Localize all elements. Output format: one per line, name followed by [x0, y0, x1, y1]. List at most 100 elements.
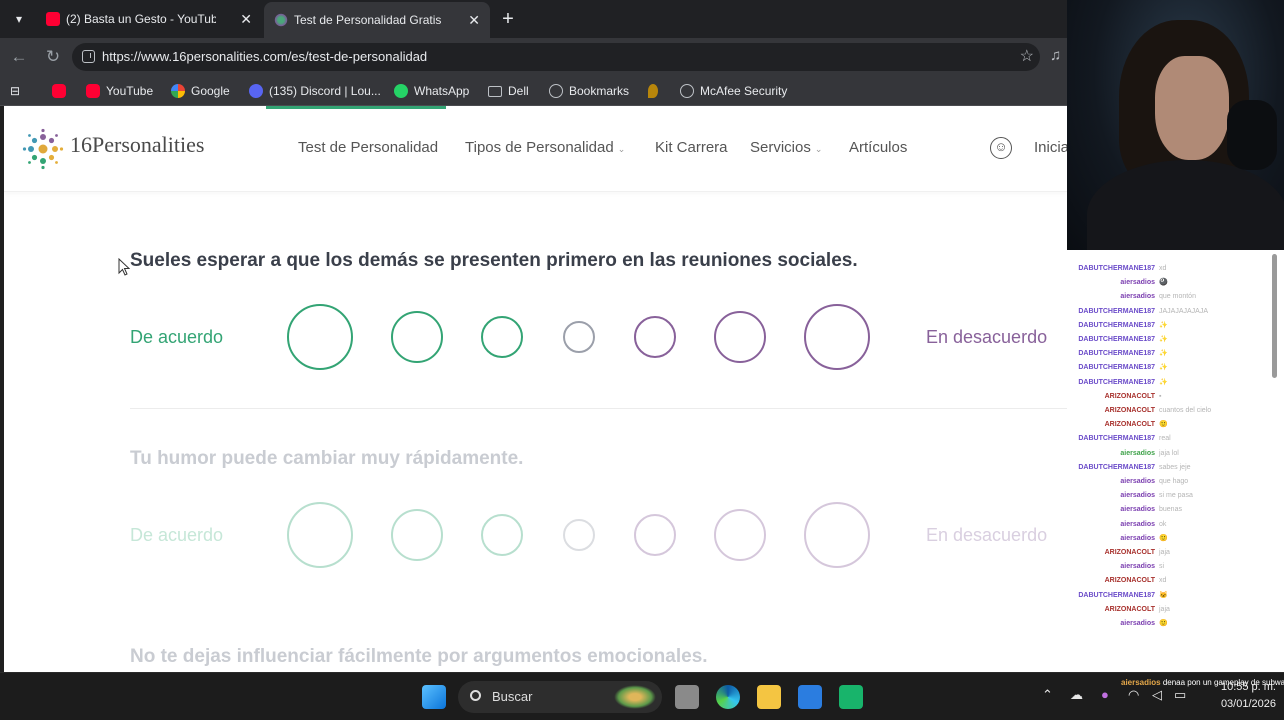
chat-username[interactable]: aiersadios: [1120, 279, 1155, 286]
question-1-option-agree[interactable]: [391, 311, 443, 363]
nav-personality-types[interactable]: Tipos de Personalidad ⌄: [465, 139, 625, 156]
question-1-option-strongly-disagree[interactable]: [804, 304, 870, 370]
site-info-icon[interactable]: [82, 50, 95, 63]
chat-username[interactable]: DABUTCHERMANE187: [1078, 308, 1155, 315]
chat-message: ARIZONACOLT xd: [1105, 576, 1167, 585]
question-1-option-slightly-agree[interactable]: [481, 316, 523, 358]
chat-username[interactable]: ARIZONACOLT: [1105, 421, 1155, 428]
chat-username[interactable]: aiersadios: [1120, 506, 1155, 513]
nav-label: Artículos: [849, 139, 908, 156]
microsoft-store-icon[interactable]: [798, 685, 822, 709]
question-2-option-disagree[interactable]: [714, 509, 766, 561]
chat-username[interactable]: ARIZONACOLT: [1105, 606, 1155, 613]
chat-scrollbar[interactable]: [1272, 254, 1277, 378]
chat-username[interactable]: ARIZONACOLT: [1105, 407, 1155, 414]
bookmark-mcafee[interactable]: McAfee Security: [680, 81, 787, 101]
chat-message-text: ✨: [1159, 350, 1168, 358]
chat-message: ARIZONACOLT cuantos del cielo: [1105, 406, 1212, 415]
tab-youtube[interactable]: (2) Basta un Gesto - YouTube ✕: [36, 4, 262, 34]
bookmark-star-icon[interactable]: ☆: [1020, 43, 1034, 71]
extension-icon[interactable]: ♫: [1050, 46, 1068, 66]
chat-username[interactable]: DABUTCHERMANE187: [1078, 592, 1155, 599]
bookmark-whatsapp[interactable]: WhatsApp: [394, 81, 469, 101]
chat-username[interactable]: aiersadios: [1120, 521, 1155, 528]
back-arrow-icon[interactable]: ←: [8, 46, 30, 68]
chat-username[interactable]: DABUTCHERMANE187: [1078, 265, 1155, 272]
chat-message: DABUTCHERMANE187 🐱: [1078, 591, 1167, 600]
accessibility-icon[interactable]: ☺: [990, 137, 1012, 159]
chat-username[interactable]: DABUTCHERMANE187: [1078, 322, 1155, 329]
speaker-icon[interactable]: ◁: [1152, 687, 1162, 703]
streaming-app-icon[interactable]: [839, 685, 863, 709]
bookmark-youtube[interactable]: YouTube: [86, 81, 153, 101]
chat-username[interactable]: ARIZONACOLT: [1105, 393, 1155, 400]
tray-chevron-up-icon[interactable]: ⌃: [1042, 687, 1053, 703]
question-2-option-neutral[interactable]: [563, 519, 595, 551]
site-logo-text[interactable]: 16Personalities: [70, 132, 204, 158]
bookmark-pin[interactable]: [648, 81, 658, 101]
chat-username[interactable]: ARIZONACOLT: [1105, 577, 1155, 584]
battery-icon[interactable]: ▭: [1174, 687, 1186, 703]
chat-username[interactable]: DABUTCHERMANE187: [1078, 350, 1155, 357]
bookmark-google[interactable]: Google: [171, 81, 230, 101]
tab-groups-icon[interactable]: ⊟: [10, 81, 20, 101]
tab-16personalities[interactable]: Test de Personalidad Gratis | 16Per ✕: [264, 2, 490, 38]
close-tab-icon[interactable]: ✕: [468, 2, 480, 38]
bookmark-youtube-icon-only[interactable]: [52, 81, 66, 101]
nav-articles[interactable]: Artículos: [849, 139, 907, 156]
nav-career-kit[interactable]: Kit Carrera: [655, 139, 728, 156]
bookmark-discord[interactable]: (135) Discord | Lou...: [249, 81, 381, 101]
chat-username[interactable]: aiersadios: [1120, 492, 1155, 499]
tab-title: Test de Personalidad Gratis | 16Per: [294, 13, 444, 27]
close-tab-icon[interactable]: ✕: [240, 4, 252, 34]
chat-username[interactable]: DABUTCHERMANE187: [1078, 464, 1155, 471]
reload-icon[interactable]: ↻: [42, 46, 64, 68]
chat-username[interactable]: aiersadios: [1120, 293, 1155, 300]
bookmark-bookmarks[interactable]: Bookmarks: [549, 81, 629, 101]
chat-username[interactable]: aiersadios: [1120, 450, 1155, 457]
chat-username[interactable]: DABUTCHERMANE187: [1078, 336, 1155, 343]
bookmark-dell[interactable]: Dell: [488, 81, 529, 101]
question-1-option-neutral[interactable]: [563, 321, 595, 353]
search-icon: [470, 690, 481, 701]
overlay-user: aiersadios: [1121, 678, 1161, 687]
tray-weather-icon[interactable]: ☁: [1070, 687, 1083, 703]
webcam-overlay: [1067, 0, 1284, 250]
bookmark-label: WhatsApp: [414, 84, 470, 98]
address-bar[interactable]: https://www.16personalities.com/es/test-…: [72, 43, 1040, 71]
question-1-option-disagree[interactable]: [714, 311, 766, 363]
chat-username[interactable]: aiersadios: [1120, 563, 1155, 570]
question-1-option-slightly-disagree[interactable]: [634, 316, 676, 358]
task-view-icon[interactable]: [675, 685, 699, 709]
question-1-option-strongly-agree[interactable]: [287, 304, 353, 370]
question-2-option-slightly-disagree[interactable]: [634, 514, 676, 556]
new-tab-plus-icon[interactable]: +: [496, 6, 520, 32]
chat-username[interactable]: DABUTCHERMANE187: [1078, 435, 1155, 442]
chat-message: ARIZONACOLT jaja: [1105, 548, 1170, 557]
nav-personality-test[interactable]: Test de Personalidad: [298, 139, 438, 156]
chat-username[interactable]: DABUTCHERMANE187: [1078, 379, 1155, 386]
windows-start-icon[interactable]: [422, 685, 446, 709]
question-2-option-agree[interactable]: [391, 509, 443, 561]
chat-username[interactable]: aiersadios: [1120, 620, 1155, 627]
login-link[interactable]: Inicia: [1034, 139, 1067, 156]
16personalities-logo-icon[interactable]: [22, 128, 64, 170]
chat-username[interactable]: ARIZONACOLT: [1105, 549, 1155, 556]
chat-username[interactable]: DABUTCHERMANE187: [1078, 364, 1155, 371]
question-2-option-strongly-agree[interactable]: [287, 502, 353, 568]
question-2-option-slightly-agree[interactable]: [481, 514, 523, 556]
tray-microphone-icon[interactable]: ●: [1101, 687, 1109, 702]
wifi-icon[interactable]: ◠: [1128, 687, 1139, 703]
taskbar-search[interactable]: Buscar: [458, 681, 662, 713]
chat-message-text: jaja: [1159, 549, 1170, 556]
nav-services[interactable]: Servicios ⌄: [750, 139, 822, 156]
chat-message-text: real: [1159, 435, 1171, 443]
tab-search-chevron-icon[interactable]: ▾: [6, 6, 32, 32]
chat-message: aiersadios 🙂: [1120, 619, 1167, 628]
edge-icon[interactable]: [716, 685, 740, 709]
chat-username[interactable]: aiersadios: [1120, 535, 1155, 542]
chat-username[interactable]: aiersadios: [1120, 478, 1155, 485]
question-2-option-strongly-disagree[interactable]: [804, 502, 870, 568]
file-explorer-icon[interactable]: [757, 685, 781, 709]
chat-message: DABUTCHERMANE187 real: [1078, 434, 1170, 443]
